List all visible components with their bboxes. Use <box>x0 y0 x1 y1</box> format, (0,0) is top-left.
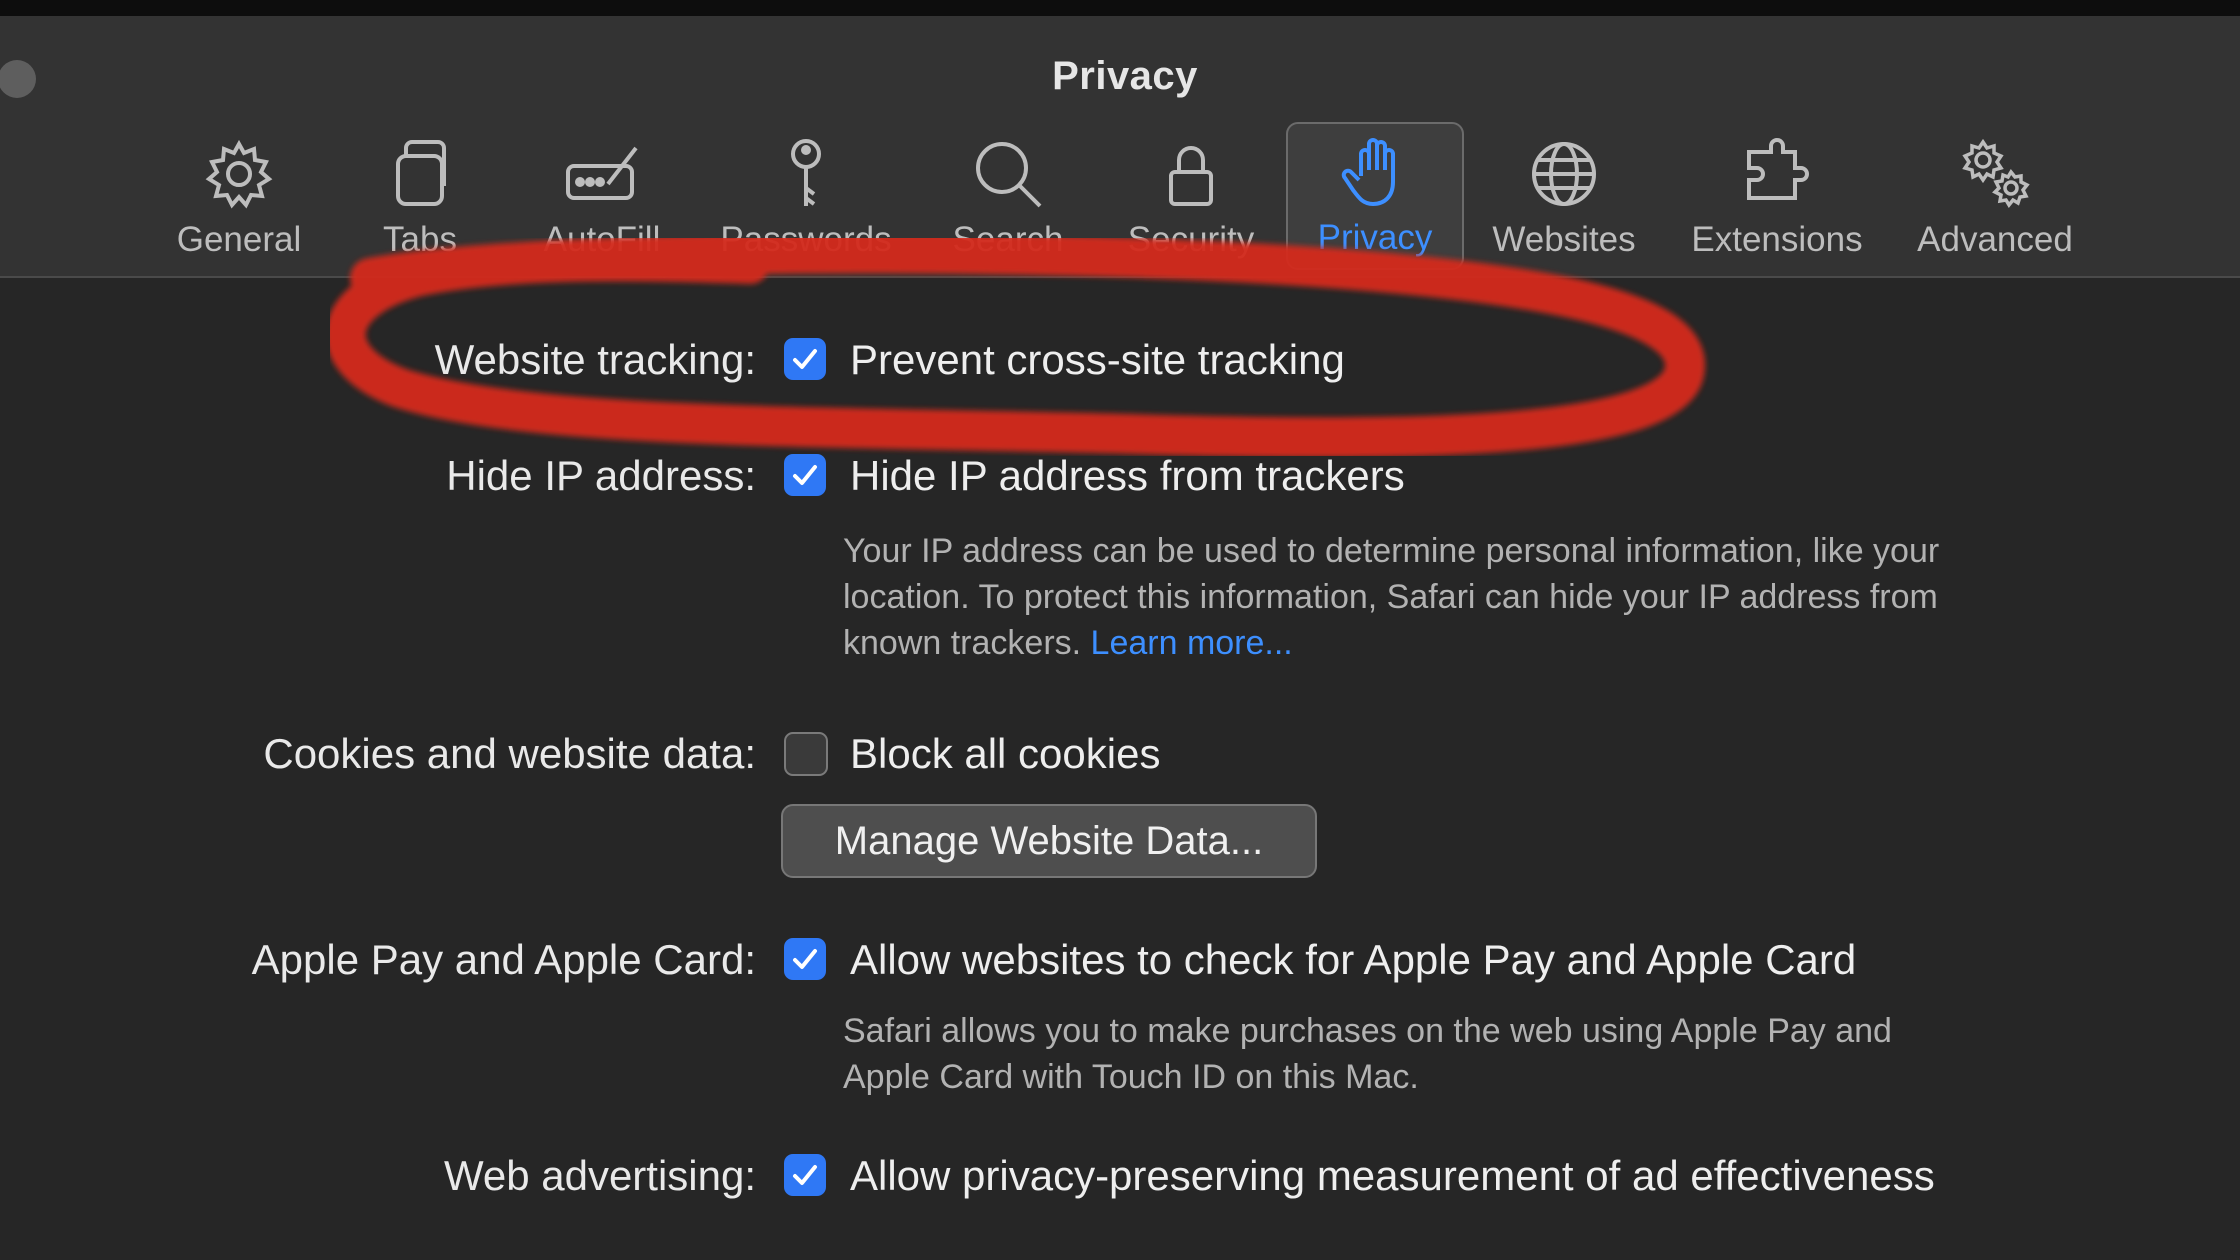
tab-label: Tabs <box>383 220 457 259</box>
block-cookies-checkbox[interactable] <box>784 732 828 776</box>
gear-icon <box>205 139 273 209</box>
hand-icon <box>1341 138 1395 207</box>
tab-label: Search <box>952 220 1064 259</box>
gears-icon <box>1962 138 2030 209</box>
tab-privacy[interactable]: Privacy <box>1286 122 1464 270</box>
tab-extensions[interactable]: Extensions <box>1684 126 1870 268</box>
tabs-icon <box>396 140 446 206</box>
tab-autofill[interactable]: AutoFill <box>536 126 668 268</box>
tab-tabs[interactable]: Tabs <box>366 126 474 268</box>
learn-more-link[interactable]: Learn more... <box>1091 624 1293 662</box>
web-advertising-label: Web advertising: <box>443 1152 756 1199</box>
manage-website-data-button[interactable]: Manage Website Data... <box>781 804 1317 878</box>
checkmark-icon <box>793 949 817 969</box>
hide-ip-description-text: Your IP address can be used to determine… <box>843 532 1940 662</box>
block-cookies-option[interactable]: Block all cookies <box>850 730 1160 778</box>
puzzle-icon <box>1747 138 1809 200</box>
apple-pay-checkbox[interactable] <box>784 938 826 980</box>
tab-label: Privacy <box>1317 218 1433 257</box>
tab-general[interactable]: General <box>164 126 314 268</box>
tab-label: Security <box>1127 220 1255 259</box>
hide-ip-checkbox[interactable] <box>784 454 826 496</box>
checkmark-icon <box>793 1165 817 1185</box>
tab-advanced[interactable]: Advanced <box>1910 126 2080 268</box>
tab-passwords[interactable]: Passwords <box>706 126 906 268</box>
preferences-window: Privacy General Tabs AutoFill Passwords … <box>0 0 2240 1260</box>
checkmark-icon <box>793 349 817 369</box>
tab-label: General <box>176 220 302 259</box>
tab-label: Advanced <box>1917 220 2073 259</box>
search-icon <box>976 142 1042 208</box>
preferences-toolbar: Privacy General Tabs AutoFill Passwords … <box>0 16 2240 278</box>
tab-label: AutoFill <box>543 220 661 259</box>
window-top-edge <box>0 0 2240 16</box>
hide-ip-description: Your IP address can be used to determine… <box>843 528 2023 666</box>
window-title: Privacy <box>1052 54 1198 98</box>
checkmark-icon <box>793 465 817 485</box>
tab-security[interactable]: Security <box>1116 126 1266 268</box>
prevent-tracking-checkbox[interactable] <box>784 338 826 380</box>
apple-pay-option[interactable]: Allow websites to check for Apple Pay an… <box>850 936 1856 984</box>
privacy-settings-pane: Website tracking: Prevent cross-site tra… <box>0 278 2240 1260</box>
ad-measurement-option[interactable]: Allow privacy-preserving measurement of … <box>850 1152 1935 1200</box>
hide-ip-label: Hide IP address: <box>446 452 756 499</box>
tab-label: Passwords <box>720 220 892 259</box>
key-icon <box>791 139 821 206</box>
tab-label: Websites <box>1492 220 1636 259</box>
lock-icon <box>1169 146 1213 206</box>
tab-label: Extensions <box>1691 220 1863 259</box>
prevent-tracking-option[interactable]: Prevent cross-site tracking <box>850 336 1345 384</box>
website-tracking-label: Website tracking: <box>434 336 756 383</box>
apple-pay-label: Apple Pay and Apple Card: <box>251 936 756 983</box>
autofill-icon <box>566 146 638 200</box>
ad-measurement-checkbox[interactable] <box>784 1154 826 1196</box>
cookies-label: Cookies and website data: <box>263 730 756 777</box>
tab-search[interactable]: Search <box>942 126 1074 268</box>
hide-ip-option[interactable]: Hide IP address from trackers <box>850 452 1405 500</box>
tab-websites[interactable]: Websites <box>1486 126 1642 268</box>
globe-icon <box>1532 142 1596 206</box>
apple-pay-description: Safari allows you to make purchases on t… <box>843 1012 1892 1096</box>
